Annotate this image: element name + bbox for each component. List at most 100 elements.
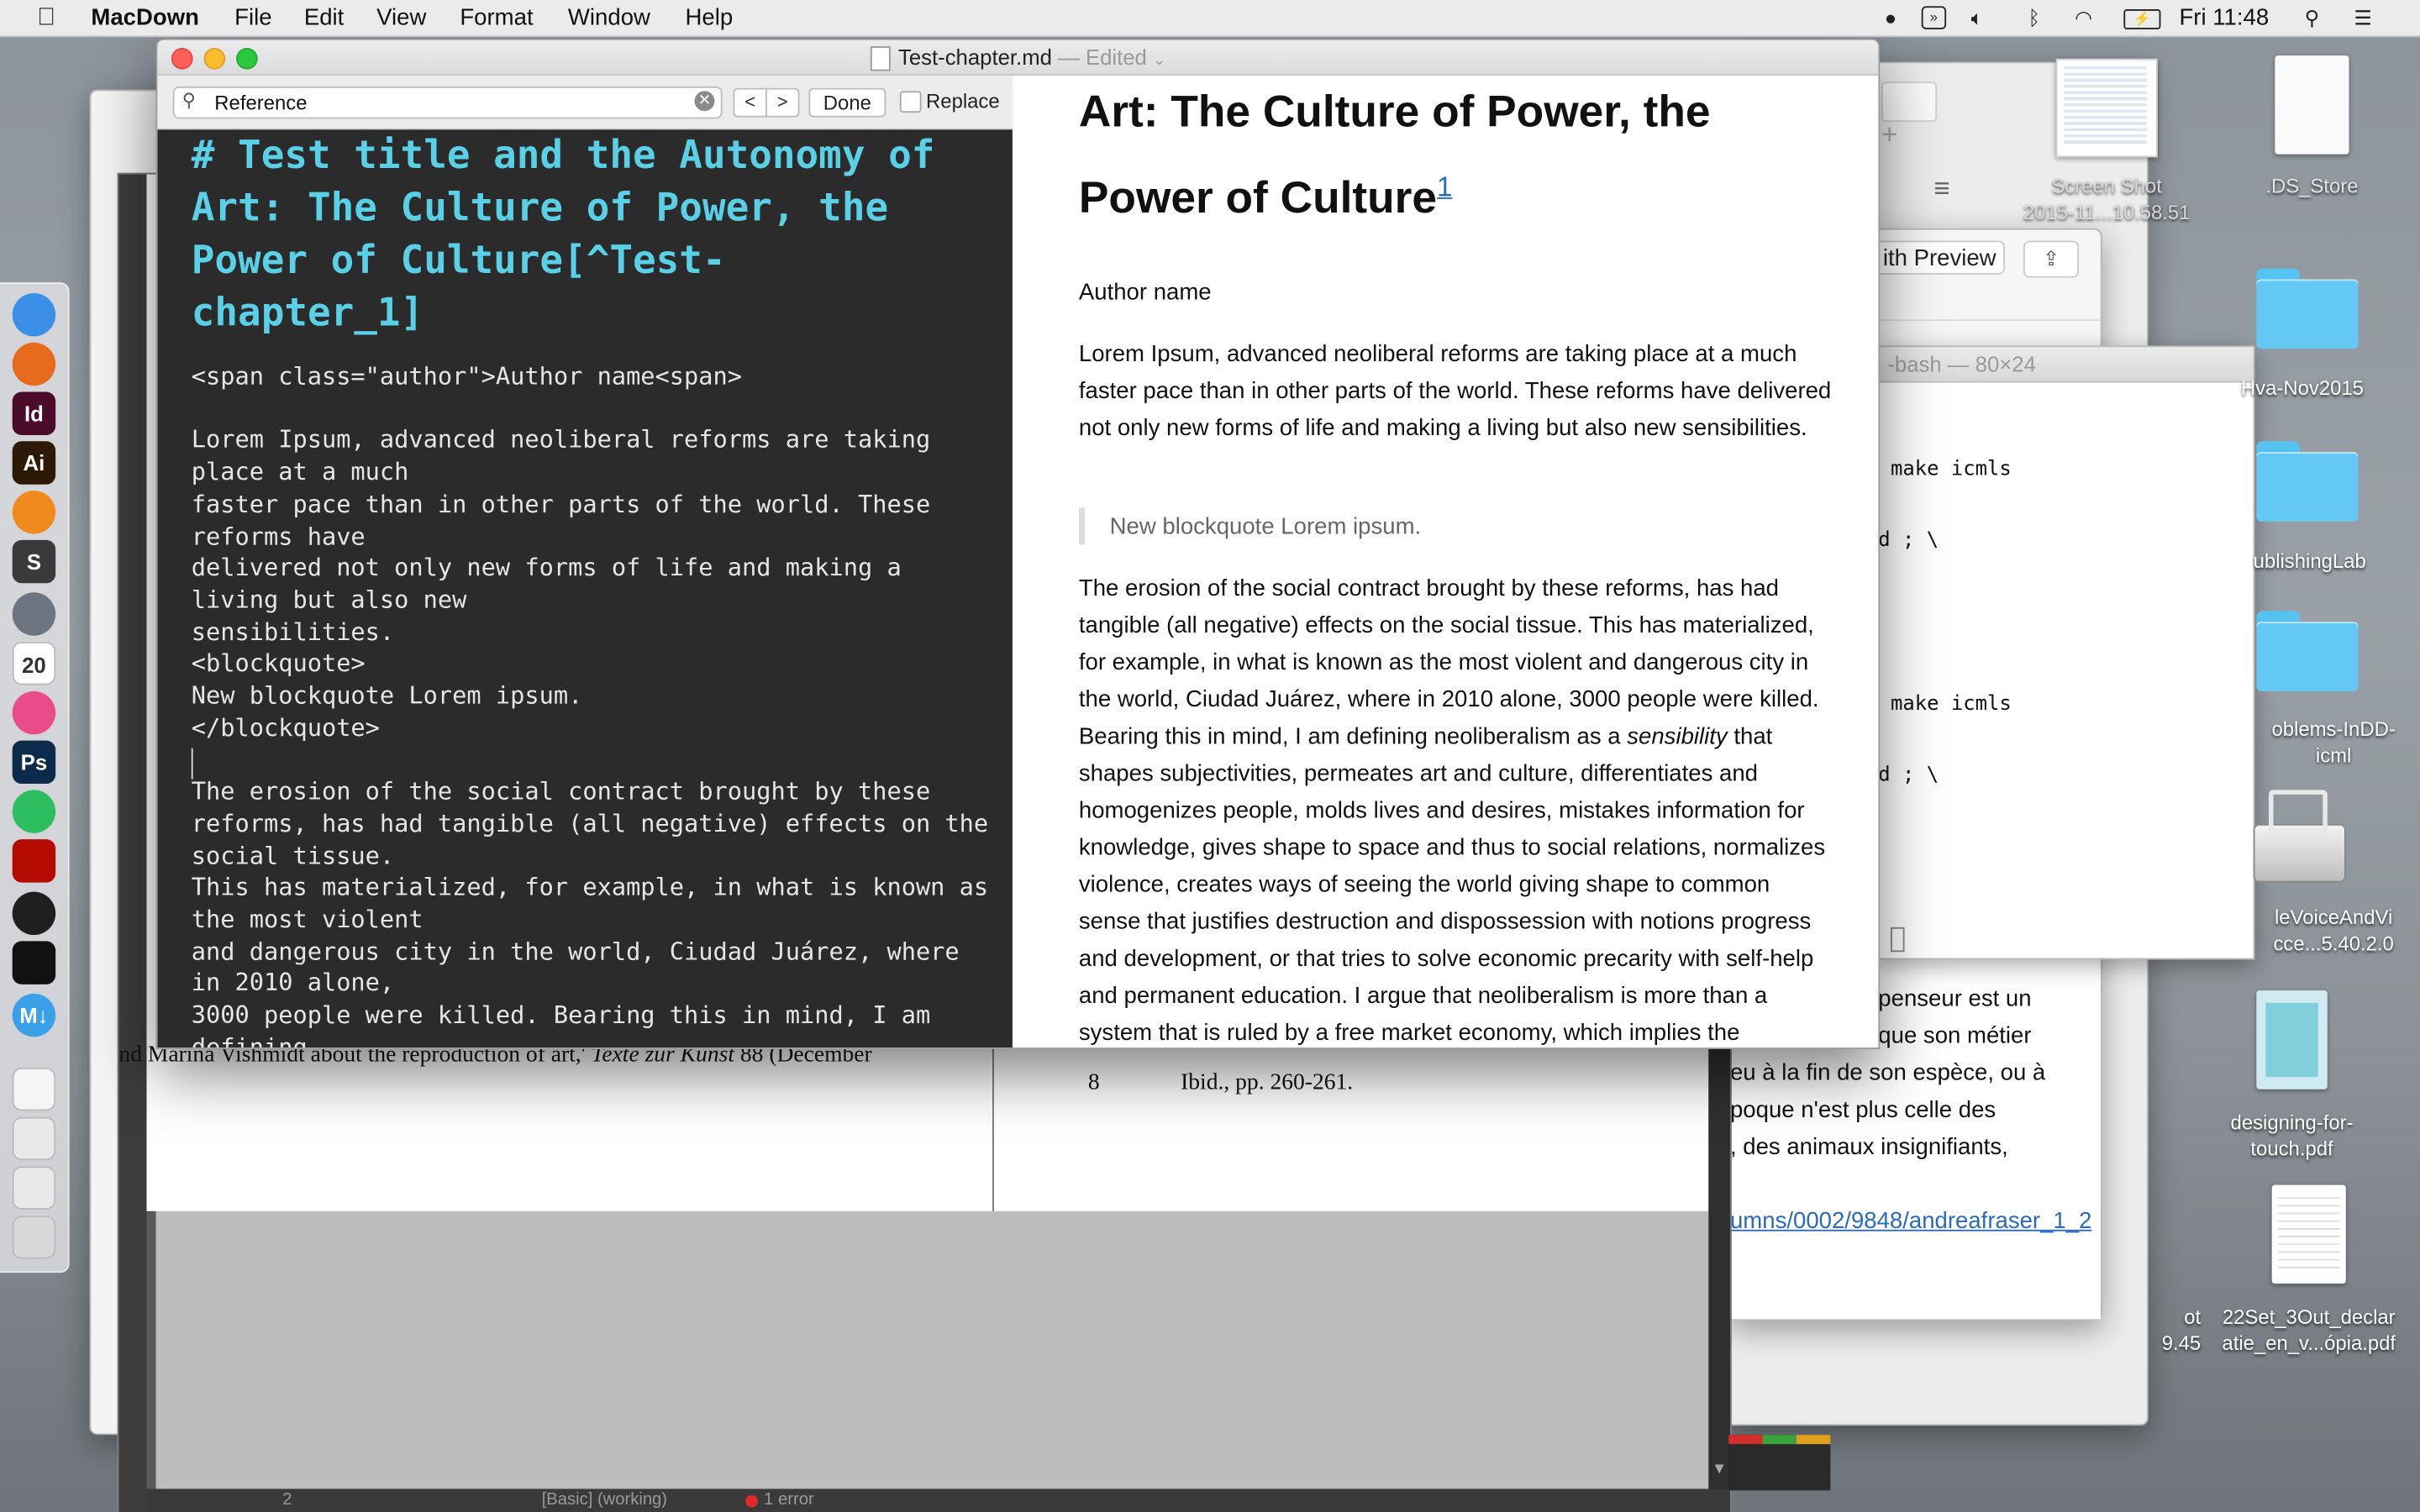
terminal-line: make icmls [1891, 458, 2012, 482]
indesign-status-bar: 2 [Basic] (working) 1 error [146, 1488, 1730, 1512]
open-with-preview-button[interactable]: ith Preview [1871, 240, 2005, 275]
html-preview: Art: The Culture of Power, the Power of … [1013, 76, 1879, 1048]
preview-icon[interactable] [12, 1116, 56, 1161]
bluetooth-icon[interactable]: ᛒ [2022, 6, 2046, 29]
minimize-button[interactable] [203, 47, 226, 70]
notification-center-icon[interactable]: ☰ [2350, 6, 2375, 29]
scroll-down-icon[interactable]: ▼ [1708, 1461, 1730, 1483]
ibooks-icon[interactable] [12, 491, 56, 534]
done-button[interactable]: Done [808, 87, 886, 118]
apple-icon[interactable]:  [34, 5, 58, 29]
clear-search-icon[interactable]: ✕ [694, 91, 715, 112]
screenshot-icon[interactable] [12, 1166, 56, 1210]
previous-match-button[interactable]: < [733, 87, 767, 118]
replace-checkbox[interactable] [899, 91, 922, 113]
trash-icon[interactable] [12, 1215, 56, 1259]
desktop-icon-label[interactable]: .DS_Store [2238, 173, 2386, 199]
replace-label: Replace [926, 89, 1000, 113]
error-dot-icon [745, 1494, 758, 1508]
screenshot-thumbnail[interactable] [2055, 58, 2158, 158]
app-menu[interactable]: MacDown [91, 5, 199, 31]
finder-icon[interactable] [12, 292, 56, 337]
zoom-button[interactable] [236, 47, 258, 70]
volume-icon[interactable]: 🔈︎ [1965, 6, 1989, 29]
menu-window[interactable]: Window [568, 5, 650, 31]
chevron-down-icon[interactable]: ⌄ [1153, 52, 1165, 69]
folder-icon[interactable] [2256, 441, 2359, 522]
macdown-icon[interactable]: M↓ [12, 993, 56, 1037]
menu-view[interactable]: View [376, 5, 426, 31]
color-swatch-strip [1728, 1435, 1831, 1491]
clock[interactable]: Fri 11:48 [2179, 5, 2269, 31]
close-button[interactable] [171, 47, 193, 70]
title-bar[interactable]: Test-chapter.md — Edited ⌄ [157, 39, 1879, 76]
window-title[interactable]: Test-chapter.md — Edited ⌄ [898, 45, 1165, 69]
menu-format[interactable]: Format [460, 5, 533, 31]
installer-disk-icon[interactable] [2253, 787, 2346, 886]
indesign-icon[interactable]: Id [12, 391, 56, 435]
evernote-icon[interactable] [12, 790, 56, 833]
markdown-editor[interactable]: # Test title and the Autonomy of Art: Th… [157, 129, 1013, 1048]
error-count[interactable]: 1 error [764, 1490, 814, 1509]
desktop-icon-label[interactable]: leVoiceAndVi cce...5.40.2.0 [2247, 904, 2420, 956]
terminal-icon[interactable] [12, 941, 56, 984]
menu-file[interactable]: File [234, 5, 271, 31]
preflight-profile[interactable]: [Basic] (working) [542, 1490, 667, 1509]
folder-icon[interactable] [2256, 611, 2359, 691]
evernote-icon[interactable]: ● [1878, 6, 1902, 29]
desktop-icon-label[interactable]: designing-for- touch.pdf [2207, 1110, 2377, 1162]
menu-bar:  MacDown File Edit View Format Window H… [0, 0, 2420, 38]
french-text-line: eu à la fin de son espèce, ou à [1729, 1059, 2046, 1087]
terminal-title: -bash — 80×24 [1887, 351, 2036, 377]
illustrator-icon[interactable]: Ai [12, 441, 56, 485]
wifi-icon[interactable]: ◠ [2068, 6, 2099, 29]
preview-blockquote: New blockquote Lorem ipsum. [1109, 513, 1422, 540]
french-text-line: poque n'est plus celle des [1729, 1096, 1996, 1124]
calendar-icon[interactable]: 20 [12, 642, 56, 685]
desktop-icon-label[interactable]: Screen Shot 2015-11...10.58.51 [2007, 173, 2207, 225]
sublime-icon[interactable]: S [12, 539, 56, 584]
french-text-line: que son métier [1878, 1022, 2032, 1049]
french-text-line: penseur est un [1878, 985, 2032, 1012]
page-number[interactable]: 2 [282, 1490, 292, 1509]
document-icon [870, 46, 891, 71]
firefox-icon[interactable] [12, 342, 56, 386]
menu-edit[interactable]: Edit [304, 5, 344, 31]
preview-author: Author name [1078, 279, 1212, 306]
folder-icon[interactable] [2256, 268, 2359, 349]
desktop-icon-label[interactable]: oblems-InDD- icml [2247, 716, 2420, 768]
pdf-file-icon[interactable] [2256, 990, 2328, 1089]
acrobat-icon[interactable] [12, 839, 56, 883]
footnote-right: Ibid., pp. 260-261. [1181, 1070, 1354, 1096]
desktop-icon-label[interactable]: Hva-Nov2015 [2241, 375, 2411, 401]
spotlight-icon[interactable]: ⚲ [2300, 6, 2324, 29]
share-icon[interactable]: ⇪ [2023, 240, 2080, 278]
preview-paragraph: The erosion of the social contract broug… [1078, 575, 1826, 1047]
blockquote-bar [1078, 507, 1086, 545]
desktop-icon-label[interactable]: ublishingLab [2254, 548, 2420, 574]
launchpad-icon[interactable] [12, 592, 56, 636]
photoshop-icon[interactable]: Ps [12, 740, 56, 785]
document-icon[interactable] [12, 1068, 56, 1111]
terminal-line: d ; \ [1878, 764, 1939, 787]
github-icon[interactable] [12, 891, 56, 936]
battery-icon[interactable]: ⚡ [2123, 9, 2161, 29]
url-link[interactable]: umns/0002/9848/andreafraser_1_2 [1730, 1208, 2091, 1234]
menu-help[interactable]: Help [686, 5, 734, 31]
ds-store-file-icon[interactable] [2275, 55, 2349, 155]
find-bar: ⚲ Reference ✕ < > Done Replace [157, 76, 1013, 130]
dashboard-icon[interactable]: » [1921, 6, 1947, 29]
pdf-file-icon[interactable] [2271, 1184, 2346, 1284]
search-input[interactable]: ⚲ Reference ✕ [172, 86, 723, 119]
terminal-cursor [1891, 927, 1905, 953]
footnote-ref-link[interactable]: 1 [1437, 171, 1452, 202]
desktop-icon-label[interactable]: 22Set_3Out_declar atie_en_v...ópia.pdf [2204, 1304, 2414, 1356]
desktop-icon-label[interactable]: ot 9.45 [2130, 1304, 2201, 1356]
next-match-button[interactable]: > [765, 87, 800, 118]
preview-paragraph: Lorem Ipsum, advanced neoliberal reforms… [1078, 340, 1832, 442]
add-icon[interactable]: + [1881, 118, 1897, 151]
search-icon: ⚲ [182, 89, 196, 112]
sidebar-toggle-icon[interactable]: ≡ [1933, 175, 1965, 202]
itunes-icon[interactable] [12, 690, 56, 735]
preview-title: Art: The Culture of Power, the Power of … [1078, 87, 1711, 223]
